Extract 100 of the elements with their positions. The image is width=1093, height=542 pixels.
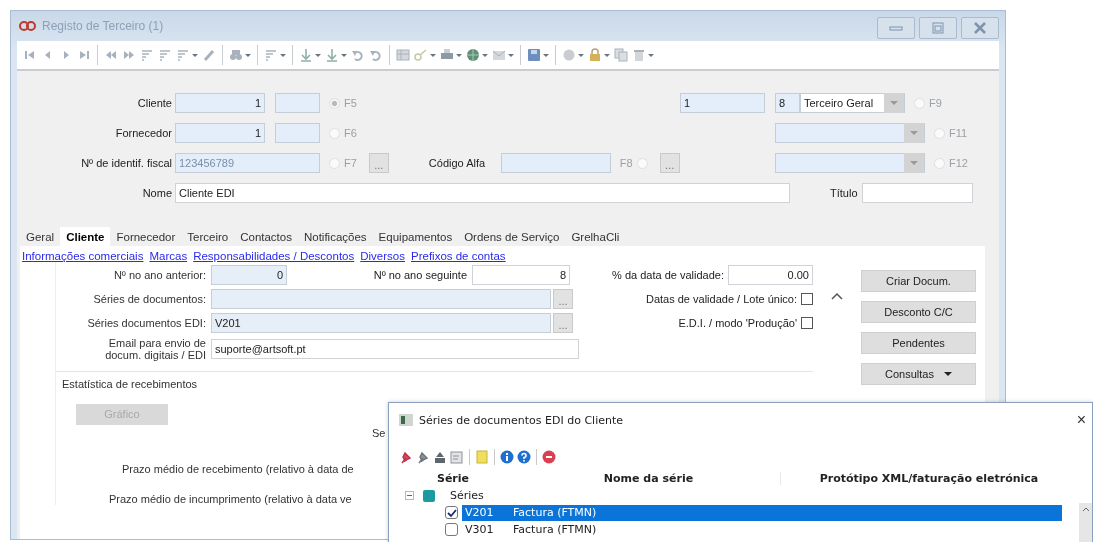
input-field[interactable]: V201	[211, 312, 551, 333]
column-header[interactable]: Série	[389, 471, 517, 485]
input-field[interactable]: 1	[175, 123, 265, 143]
tab[interactable]: GrelhaCli	[565, 228, 626, 246]
copy-icon[interactable]	[614, 48, 628, 62]
link[interactable]: Responsabilidades / Descontos	[193, 250, 355, 262]
tab[interactable]: Fornecedor	[110, 228, 182, 246]
input-field[interactable]	[275, 123, 320, 143]
action-button[interactable]: Pendentes	[861, 332, 976, 354]
envelope-icon[interactable]	[492, 48, 506, 62]
sort-icon[interactable]	[140, 48, 154, 62]
radio-button[interactable]	[329, 157, 340, 169]
input-field[interactable]	[862, 183, 973, 203]
dropdown-button[interactable]	[904, 153, 924, 173]
link[interactable]: Diversos	[360, 250, 405, 262]
collapse-icon[interactable]	[405, 491, 414, 500]
rewind-icon[interactable]	[104, 48, 118, 62]
input-field[interactable]	[211, 288, 551, 309]
link[interactable]: Marcas	[149, 250, 188, 262]
tab[interactable]: Notificações	[297, 228, 373, 246]
sort-icon[interactable]	[264, 48, 278, 62]
radio-button[interactable]	[329, 127, 340, 139]
fast-forward-icon[interactable]	[122, 48, 136, 62]
window-title: Registo de Terceiro (1)	[42, 19, 164, 33]
action-button[interactable]: Criar Docum.	[861, 270, 976, 292]
checkbox[interactable]	[801, 316, 813, 329]
field-label: Nº no ano anterior:	[112, 268, 206, 281]
pin-icon[interactable]	[416, 450, 430, 464]
input-field[interactable]	[500, 153, 611, 173]
column-header[interactable]: Nome da série	[517, 471, 781, 485]
radio-button[interactable]	[636, 157, 648, 169]
sort-icon[interactable]	[158, 48, 172, 62]
tab[interactable]: Terceiro	[181, 228, 235, 246]
undo-icon[interactable]	[369, 48, 383, 62]
tree-row[interactable]: V201 Factura (FTMN)	[462, 504, 1062, 521]
tab[interactable]: Ordens de Serviço	[458, 228, 566, 246]
close-button[interactable]	[961, 17, 999, 39]
input-field[interactable]: 0	[211, 264, 287, 285]
action-button[interactable]: Desconto C/C	[861, 301, 976, 323]
link[interactable]: Prefixos de contas	[411, 250, 506, 262]
checkbox[interactable]	[445, 523, 458, 536]
field-label: Séries de documentos:	[92, 292, 206, 305]
lock-icon[interactable]	[588, 48, 602, 62]
undo-icon[interactable]	[351, 48, 365, 62]
input-field[interactable]: 8	[775, 93, 800, 113]
tab[interactable]: Equipamentos	[372, 228, 459, 246]
link[interactable]: Informações comerciais	[22, 250, 144, 262]
sort-icon[interactable]	[176, 48, 190, 62]
dropdown-field[interactable]: Terceiro Geral	[800, 93, 905, 113]
info-icon[interactable]	[500, 450, 514, 464]
dropdown-button[interactable]	[884, 93, 904, 113]
dropdown-field[interactable]	[775, 153, 925, 173]
browse-button[interactable]: ...	[553, 312, 573, 333]
table-icon[interactable]	[396, 48, 410, 62]
radio-button[interactable]	[934, 127, 945, 139]
series-code: V201	[464, 506, 495, 519]
input-field[interactable]	[275, 93, 320, 113]
skip-forward-icon[interactable]	[77, 48, 91, 62]
column-header[interactable]: Protótipo XML/faturação eletrónica	[781, 471, 1077, 485]
scroll-up-icon[interactable]	[831, 292, 843, 300]
radio-button[interactable]	[329, 97, 340, 109]
pin-icon[interactable]	[399, 450, 413, 464]
trash-icon[interactable]	[632, 48, 646, 62]
input-field[interactable]: 1	[680, 93, 765, 113]
help-icon[interactable]	[517, 450, 531, 464]
close-button[interactable]: ×	[1076, 411, 1086, 429]
key-icon[interactable]	[414, 48, 428, 62]
globe-icon[interactable]	[466, 48, 480, 62]
maximize-button[interactable]	[919, 17, 957, 39]
dropdown-field[interactable]	[775, 123, 925, 143]
stop-icon[interactable]	[542, 450, 556, 464]
input-field[interactable]: Cliente EDI	[175, 183, 790, 203]
tab[interactable]: Contactos	[234, 228, 298, 246]
browse-button[interactable]: ...	[553, 288, 573, 309]
browse-button[interactable]: ...	[368, 153, 389, 173]
radio-button[interactable]	[914, 97, 925, 109]
arrow-down-icon[interactable]	[325, 48, 339, 62]
input-field[interactable]: 8	[472, 264, 570, 285]
skip-back-icon[interactable]	[23, 48, 37, 62]
printer-icon[interactable]	[440, 48, 454, 62]
input-field[interactable]: 1	[175, 93, 265, 113]
note-icon[interactable]	[475, 450, 489, 464]
tree-label[interactable]: Séries	[450, 489, 484, 502]
tab[interactable]: Geral	[20, 228, 61, 246]
dropdown-button[interactable]	[904, 123, 924, 143]
scrollbar[interactable]	[1079, 503, 1092, 542]
tab[interactable]: Cliente	[60, 227, 111, 246]
pencil-icon[interactable]	[202, 48, 216, 62]
input-field[interactable]: 0.00	[728, 264, 813, 285]
minimize-button[interactable]	[877, 17, 915, 39]
field-label: Email para envio de docum. digitais / EDI	[104, 337, 206, 361]
input-field[interactable]: suporte@artsoft.pt	[211, 339, 579, 359]
radio-label: F8	[619, 157, 633, 169]
circle-icon[interactable]	[562, 48, 576, 62]
tree-row[interactable]: V301 Factura (FTMN)	[462, 521, 1062, 538]
checkbox[interactable]	[445, 506, 458, 519]
checkbox[interactable]	[801, 292, 813, 305]
radio-button[interactable]	[934, 157, 945, 169]
arrow-down-icon[interactable]	[299, 48, 313, 62]
action-button[interactable]: Consultas	[861, 363, 976, 385]
